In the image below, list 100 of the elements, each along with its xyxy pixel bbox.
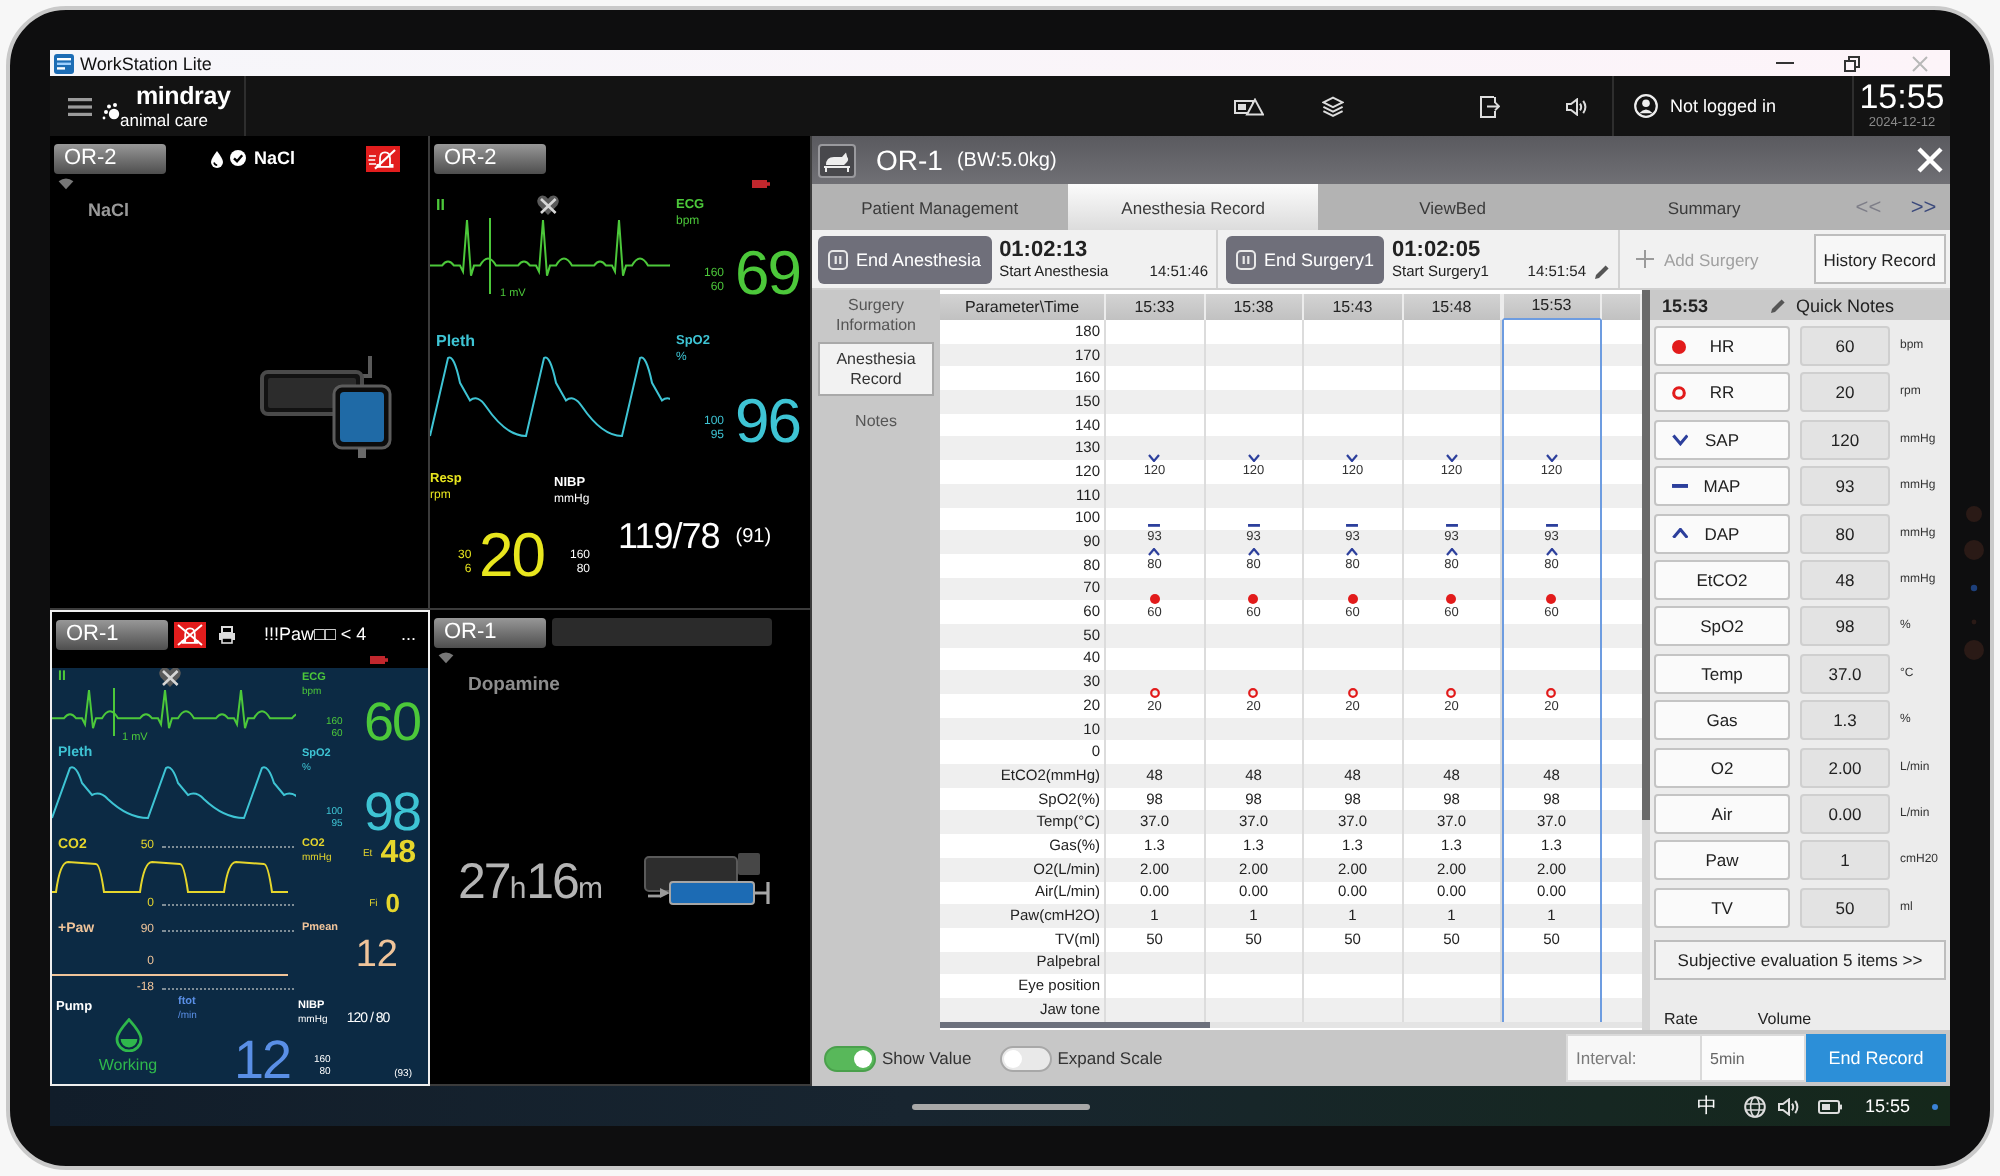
parameter-value: 12 <box>355 938 398 972</box>
parameter-value: 69 <box>735 246 800 302</box>
dot-icon[interactable] <box>1932 1103 1938 1109</box>
battery-warning-icon[interactable] <box>1234 97 1264 115</box>
printer-icon[interactable] <box>218 625 236 643</box>
parameter-button[interactable]: EtCO2 <box>1654 559 1790 600</box>
history-record-button[interactable]: History Record <box>1813 234 1946 284</box>
dash-icon <box>1445 524 1458 528</box>
side-tab[interactable]: Notes <box>818 410 934 433</box>
interval-field[interactable]: 5min <box>1700 1034 1806 1082</box>
parameter-button[interactable]: HR <box>1654 326 1790 366</box>
tab[interactable]: Patient Management <box>812 184 1068 230</box>
layers-icon[interactable] <box>1322 95 1344 117</box>
bed-tab[interactable]: OR-2 <box>434 143 546 173</box>
chevron-down-icon <box>1445 454 1458 463</box>
parameter-value: 96 <box>735 394 800 450</box>
app-icon <box>54 53 74 73</box>
side-tab[interactable]: Anesthesia Record <box>818 342 934 396</box>
column-label: Rate <box>1664 1008 1698 1030</box>
battery-icon[interactable] <box>1818 1099 1843 1113</box>
value-field[interactable]: 120 <box>1800 419 1890 460</box>
parameter-button[interactable]: TV <box>1654 887 1790 928</box>
menu-button[interactable] <box>68 97 92 115</box>
pause-icon <box>1236 249 1256 269</box>
scrollbar-thumb[interactable] <box>940 1022 1210 1028</box>
drug-name: NaCl <box>254 148 296 168</box>
window-title: WorkStation Lite <box>80 51 212 75</box>
parameter-button[interactable]: Temp <box>1654 653 1790 694</box>
tab[interactable]: ViewBed <box>1318 184 1587 230</box>
parameter-button[interactable]: SpO2 <box>1654 606 1790 647</box>
parameter-button[interactable]: MAP <box>1654 466 1790 507</box>
pump-status: Working <box>98 1056 158 1074</box>
parameter-value: 119/78 <box>618 518 720 554</box>
subjective-evaluation-button[interactable]: Subjective evaluation 5 items >> <box>1654 939 1946 980</box>
scrollbar-thumb[interactable] <box>1642 290 1650 820</box>
front-camera-icon <box>1962 502 1986 662</box>
ring-icon <box>1149 688 1160 698</box>
drop-icon <box>113 1018 143 1052</box>
ring-icon <box>1248 688 1259 698</box>
chevron-down-icon <box>1148 454 1161 463</box>
speaker-icon[interactable] <box>1566 97 1588 115</box>
parameter-button[interactable]: Paw <box>1654 840 1790 881</box>
end-button[interactable]: End Anesthesia <box>818 235 992 283</box>
bed-tab[interactable]: OR-1 <box>56 619 168 649</box>
alarm-off-icon[interactable] <box>174 621 206 647</box>
value-field[interactable]: 80 <box>1800 513 1890 554</box>
value-field[interactable]: 48 <box>1800 559 1890 600</box>
value-field[interactable]: 1 <box>1800 840 1890 881</box>
dash-icon <box>1148 524 1161 528</box>
show-value-toggle[interactable] <box>824 1045 876 1071</box>
value-field[interactable]: 93 <box>1800 466 1890 507</box>
chevron-down-icon <box>1247 454 1260 463</box>
value-field[interactable]: 50 <box>1800 887 1890 928</box>
alarm-message: !!!Paw□□ < 4 <box>264 624 367 644</box>
alarm-off-icon[interactable] <box>366 145 400 171</box>
close-button[interactable] <box>1916 146 1944 174</box>
parameter-button[interactable]: DAP <box>1654 513 1790 554</box>
value-field[interactable]: 1.3 <box>1800 700 1890 741</box>
input-method-indicator[interactable]: 中 <box>1696 1092 1717 1120</box>
value-field[interactable]: 37.0 <box>1800 653 1890 694</box>
value-field[interactable]: 20 <box>1800 372 1890 413</box>
dot-icon <box>1149 594 1160 605</box>
next-page-button[interactable]: >> <box>1897 184 1950 230</box>
paw-icon <box>102 101 120 119</box>
close-icon <box>1912 55 1928 71</box>
interval-label: Interval: <box>1566 1034 1700 1082</box>
parameter-button[interactable]: Air <box>1654 793 1790 834</box>
tab[interactable]: Summary <box>1586 184 1822 230</box>
side-tab[interactable]: Surgery Information <box>818 294 934 336</box>
pencil-icon[interactable] <box>1770 297 1787 313</box>
end-button[interactable]: End Surgery1 <box>1226 235 1385 283</box>
globe-icon[interactable] <box>1744 1095 1767 1117</box>
more-button[interactable]: ... <box>400 624 416 644</box>
value-field[interactable]: 0.00 <box>1800 793 1890 834</box>
expand-scale-toggle[interactable] <box>999 1045 1052 1071</box>
parameter-value: 12 <box>233 1038 290 1084</box>
toggle-label: Expand Scale <box>1057 1048 1163 1068</box>
dash-icon <box>1545 524 1558 528</box>
bed-tab[interactable]: OR-2 <box>54 143 166 173</box>
pause-icon <box>828 249 848 269</box>
ring-icon <box>1446 688 1457 698</box>
parameter-button[interactable]: SAP <box>1654 419 1790 460</box>
pencil-icon[interactable] <box>1594 263 1610 279</box>
speaker-icon[interactable] <box>1778 1097 1801 1115</box>
home-indicator[interactable] <box>911 1103 1089 1109</box>
dot-icon <box>1347 594 1358 605</box>
value-field[interactable]: 98 <box>1800 606 1890 647</box>
parameter-button[interactable]: RR <box>1654 372 1790 413</box>
ring-icon <box>1672 385 1686 400</box>
value-field[interactable]: 60 <box>1800 326 1890 366</box>
parameter-button[interactable]: O2 <box>1654 747 1790 788</box>
parameter-button[interactable]: Gas <box>1654 700 1790 741</box>
tab[interactable]: Anesthesia Record <box>1067 184 1319 230</box>
monitor-panel[interactable]: OR-2 NaCl NaCl <box>50 136 430 610</box>
export-icon[interactable] <box>1480 95 1500 117</box>
bed-tab[interactable]: OR-1 <box>434 617 546 647</box>
wave-label: Pleth <box>436 332 476 350</box>
logo-tagline: animal care <box>120 111 208 128</box>
body-weight: (BW:5.0kg) <box>956 149 1057 171</box>
value-field[interactable]: 2.00 <box>1800 747 1890 788</box>
